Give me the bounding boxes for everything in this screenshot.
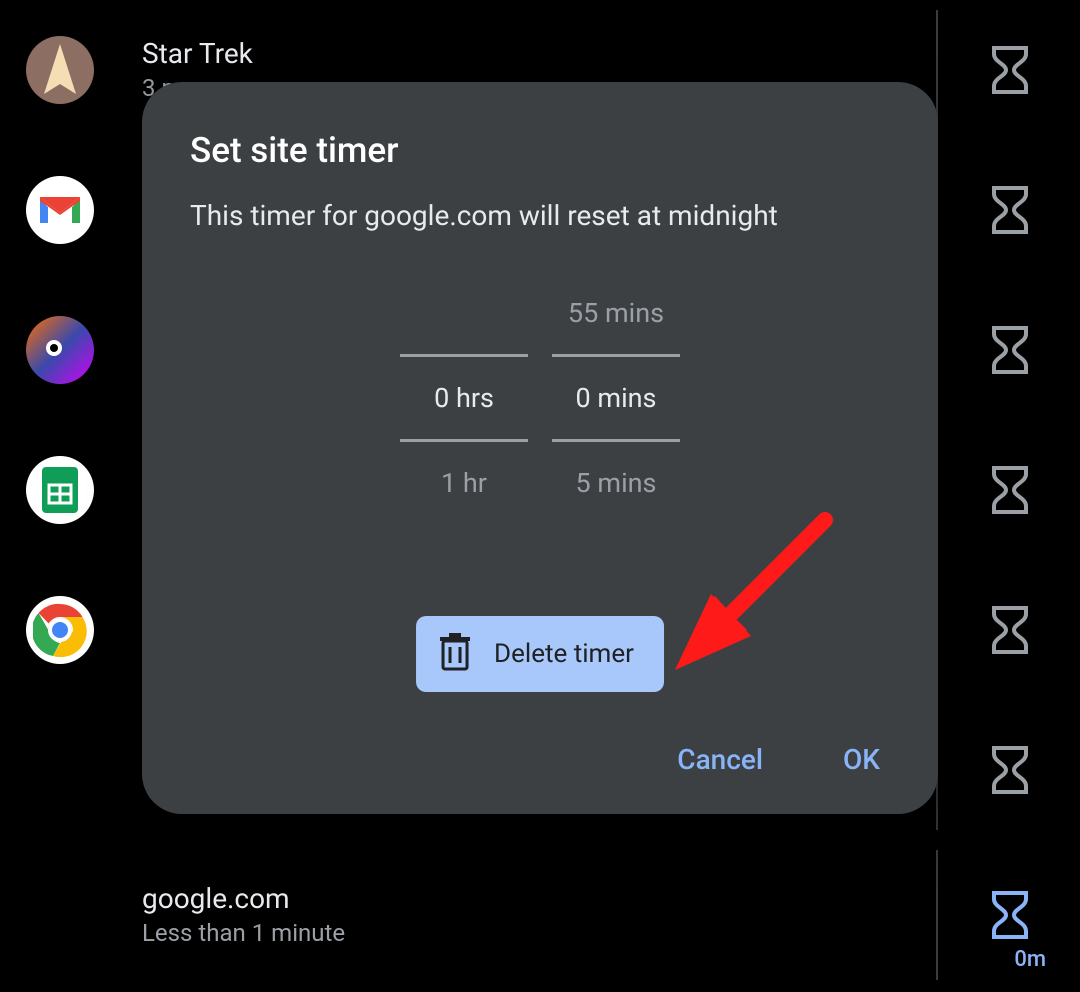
usage-item-title: Star Trek (142, 36, 253, 72)
app-icon-chrome (26, 596, 94, 664)
divider (936, 850, 938, 980)
delete-timer-label: Delete timer (494, 639, 634, 669)
usage-item-site[interactable]: google.com Less than 1 minute 0m (0, 840, 1080, 990)
app-icon-star-trek (26, 36, 94, 104)
app-icon-gmail (26, 176, 94, 244)
dialog-actions: Cancel OK (677, 743, 880, 776)
ok-button[interactable]: OK (843, 743, 880, 776)
dialog-subtitle: This timer for google.com will reset at … (190, 199, 890, 232)
app-icon-sheets (26, 456, 94, 524)
delete-timer-button[interactable]: Delete timer (416, 616, 664, 692)
cancel-button[interactable]: Cancel (677, 743, 763, 776)
minutes-selected[interactable]: 0 mins (552, 357, 680, 439)
minutes-above[interactable]: 55 mins (552, 272, 680, 354)
minutes-below[interactable]: 5 mins (552, 442, 680, 524)
hours-below[interactable]: 1 hr (400, 442, 528, 524)
hourglass-icon[interactable] (982, 322, 1038, 378)
hourglass-icon[interactable] (982, 182, 1038, 238)
trash-icon (438, 633, 472, 675)
usage-item-text: google.com Less than 1 minute (142, 881, 345, 949)
hourglass-icon[interactable] (982, 462, 1038, 518)
usage-item-title: google.com (142, 881, 345, 917)
hourglass-icon[interactable] (982, 42, 1038, 98)
hours-above[interactable] (400, 272, 528, 354)
dialog-title: Set site timer (190, 130, 890, 171)
set-site-timer-dialog: Set site timer This timer for google.com… (142, 82, 938, 814)
minutes-column[interactable]: 55 mins 0 mins 5 mins (552, 272, 680, 524)
hourglass-icon-active[interactable] (982, 887, 1038, 943)
time-picker: 0 hrs 1 hr 55 mins 0 mins 5 mins (390, 272, 690, 524)
hours-selected[interactable]: 0 hrs (400, 357, 528, 439)
hours-column[interactable]: 0 hrs 1 hr (400, 272, 528, 524)
usage-timer-value: 0m (1014, 947, 1046, 972)
usage-item-subtitle: Less than 1 minute (142, 918, 345, 949)
hourglass-icon[interactable] (982, 742, 1038, 798)
hourglass-icon[interactable] (982, 602, 1038, 658)
app-icon-rocket (26, 316, 94, 384)
